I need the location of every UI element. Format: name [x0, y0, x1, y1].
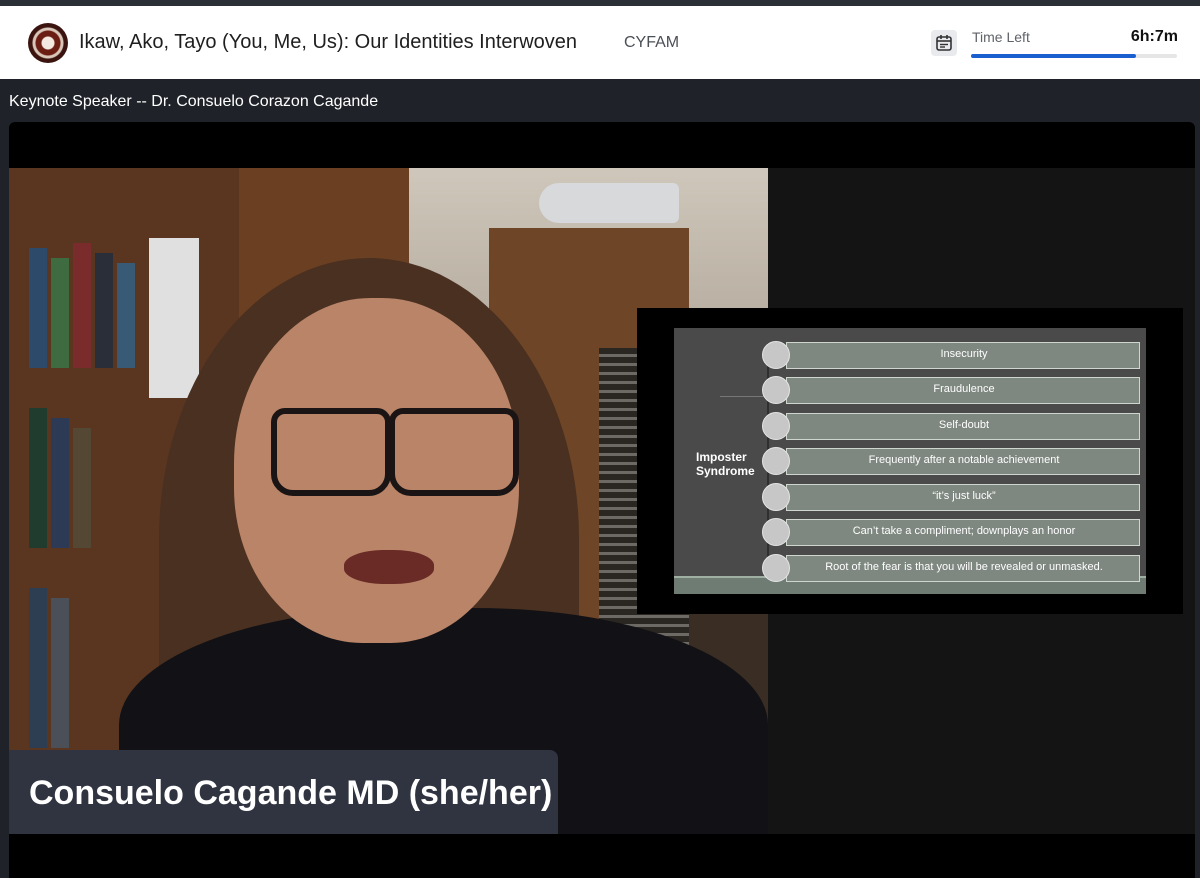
bullet-circle	[762, 554, 790, 582]
slide-item: Fraudulence	[762, 376, 1140, 404]
bullet-circle	[762, 376, 790, 404]
bullet-circle	[762, 412, 790, 440]
slide-item: “it’s just luck”	[762, 483, 1140, 511]
bullet-circle	[762, 518, 790, 546]
speaker-mouth	[344, 550, 434, 584]
time-left-value: 6h:7m	[1130, 28, 1178, 45]
session-title: Keynote Speaker -- Dr. Consuelo Corazon …	[9, 93, 379, 110]
calendar-icon	[936, 35, 952, 51]
bullet-circle	[762, 483, 790, 511]
slide-item-text: Frequently after a notable achievement	[868, 454, 1060, 466]
calendar-button[interactable]	[931, 30, 957, 56]
bullet-circle	[762, 447, 790, 475]
shared-slide: Imposter Syndrome Insecurity Fraudulence …	[637, 308, 1183, 614]
slide-item: Self-doubt	[762, 412, 1140, 440]
slide-item-text: Can’t take a compliment; downplays an ho…	[852, 525, 1076, 537]
speaker-nameplate: Consuelo Cagande MD (she/her)	[9, 750, 558, 834]
slide-item: Root of the fear is that you will be rev…	[762, 554, 1140, 582]
organization-label: CYFAM	[624, 34, 680, 51]
slide-divider	[720, 396, 768, 397]
slide-content: Imposter Syndrome Insecurity Fraudulence …	[674, 328, 1146, 594]
event-logo[interactable]	[28, 23, 68, 63]
bullet-circle	[762, 341, 790, 369]
video-player[interactable]: Consuelo Cagande MD (she/her) Imposter Sy…	[9, 122, 1195, 878]
slide-item: Frequently after a notable achievement	[762, 447, 1140, 475]
slide-item: Insecurity	[762, 341, 1140, 369]
slide-item-text: “it’s just luck”	[932, 490, 996, 502]
slide-item-text: Self-doubt	[938, 419, 990, 431]
eyeglasses-left	[271, 408, 391, 496]
time-left-progress-fill	[971, 54, 1136, 58]
time-left-label: Time Left	[972, 29, 1030, 45]
eyeglasses-right	[389, 408, 519, 496]
video-stage: Consuelo Cagande MD (she/her) Imposter Sy…	[9, 168, 1195, 834]
model-airplane	[539, 183, 679, 223]
event-title: Ikaw, Ako, Tayo (You, Me, Us): Our Ident…	[79, 31, 578, 53]
time-left-progress	[971, 54, 1177, 58]
slide-item: Can’t take a compliment; downplays an ho…	[762, 518, 1140, 546]
slide-item-text: Fraudulence	[933, 383, 995, 395]
speaker-name: Consuelo Cagande MD (she/her)	[29, 774, 553, 812]
event-header: Ikaw, Ako, Tayo (You, Me, Us): Our Ident…	[0, 6, 1200, 79]
slide-item-text: Insecurity	[940, 348, 988, 360]
slide-item-text: Root of the fear is that you will be rev…	[825, 561, 1103, 573]
